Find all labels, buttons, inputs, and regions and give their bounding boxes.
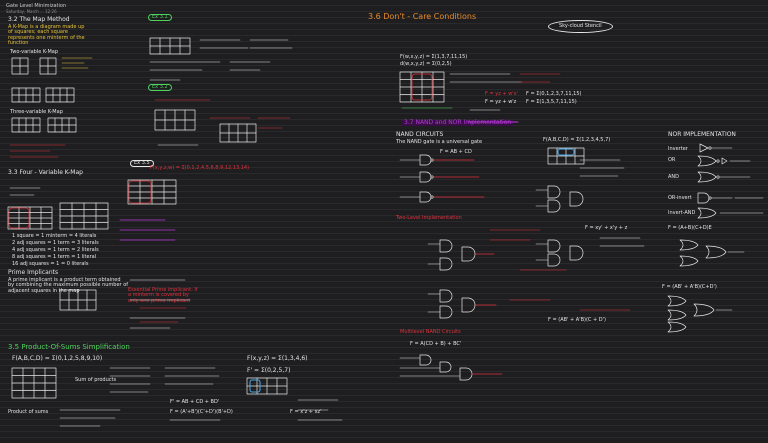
nand-gates bbox=[419, 154, 584, 381]
kmap-ex2 bbox=[154, 109, 257, 143]
note-page: Gate Level Minimization Saturday, March … bbox=[0, 0, 768, 443]
kmap-pos bbox=[11, 367, 288, 399]
sketch-layer bbox=[7, 37, 764, 427]
kmap-ex1 bbox=[149, 37, 191, 55]
kmap-two-variable bbox=[11, 57, 57, 75]
nor-gates bbox=[667, 143, 728, 333]
kmap-dont-care bbox=[399, 71, 445, 103]
kmap-three-variable bbox=[11, 87, 77, 133]
kmap-nand bbox=[547, 147, 585, 165]
kmap-prime bbox=[59, 289, 97, 311]
